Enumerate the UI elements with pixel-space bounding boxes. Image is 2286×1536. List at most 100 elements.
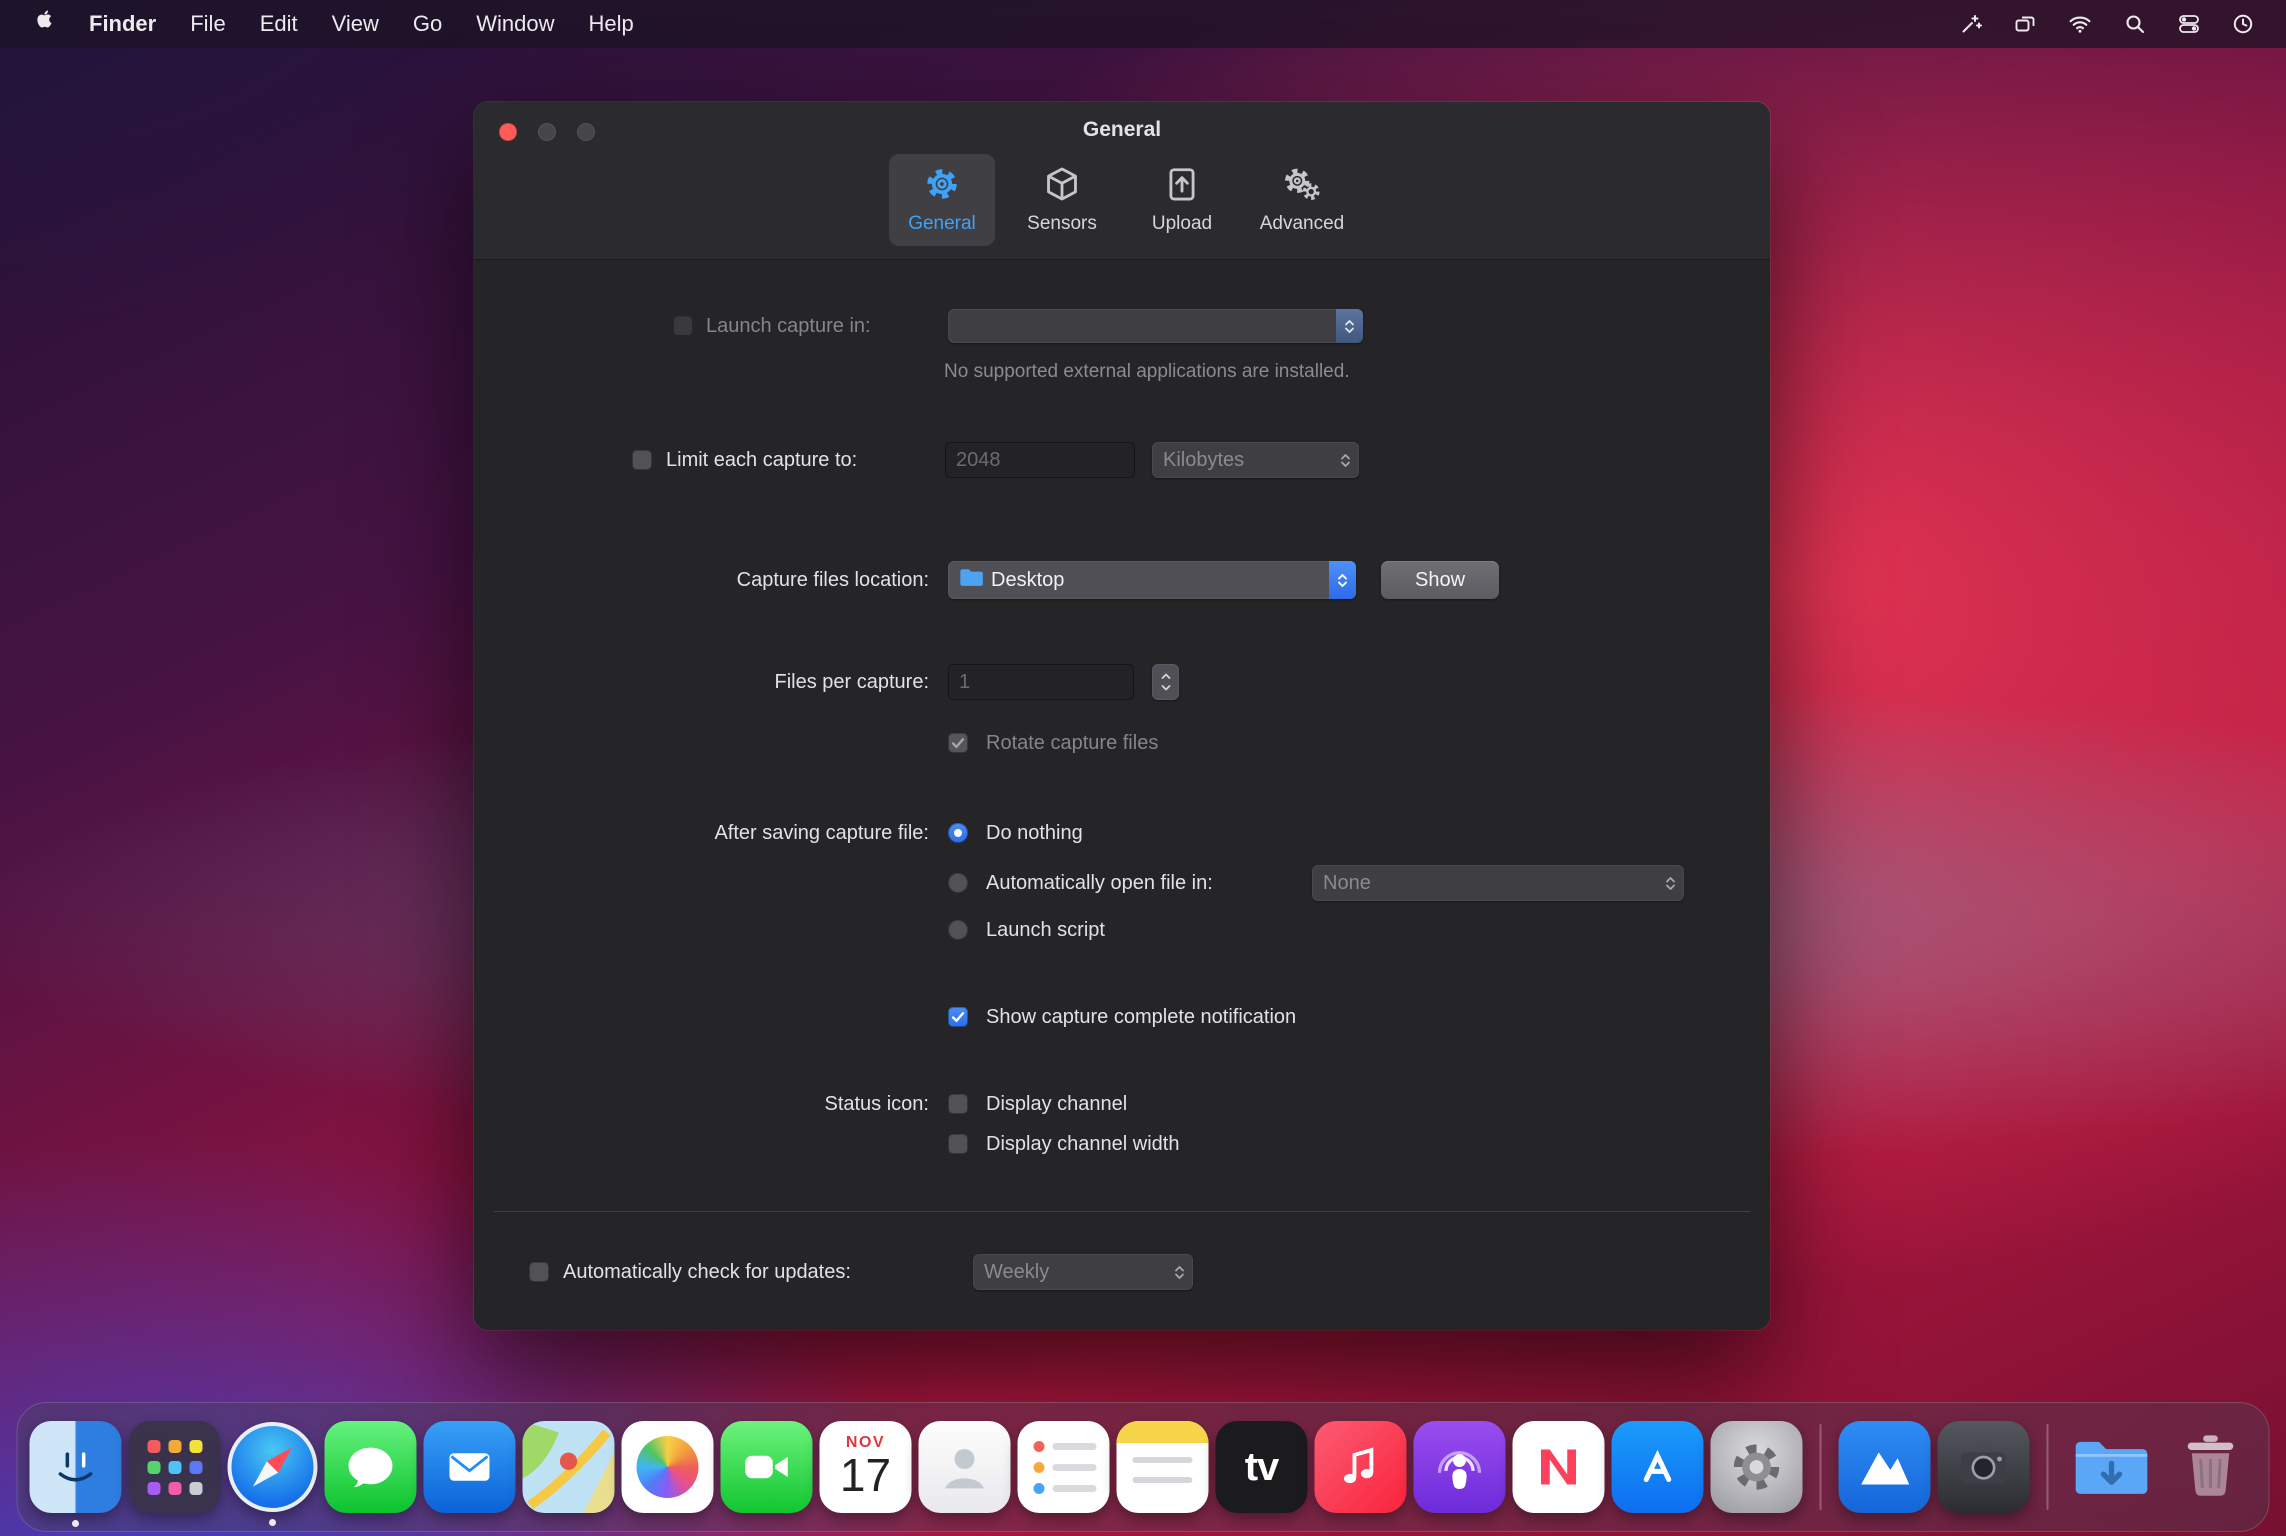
dock-icon-music[interactable] — [1314, 1421, 1407, 1513]
displays-icon[interactable] — [1998, 12, 2052, 36]
dock-separator — [2046, 1424, 2049, 1510]
apple-menu[interactable] — [16, 0, 72, 48]
menu-bar: Finder File Edit View Go Window Help — [0, 0, 2286, 48]
screen-record-icon[interactable] — [1944, 12, 1998, 36]
dock-icon-mail[interactable] — [423, 1421, 516, 1513]
tab-sensors-label: Sensors — [1027, 213, 1097, 234]
launch-script-radio[interactable] — [948, 920, 968, 940]
clock-icon[interactable] — [2216, 12, 2270, 36]
popup-arrows-icon — [1336, 309, 1363, 343]
dock-icon-downloads[interactable] — [2066, 1421, 2158, 1513]
capture-location-label: Capture files location: — [736, 569, 929, 591]
dock-icon-podcasts[interactable] — [1413, 1421, 1506, 1513]
launchpad-grid-icon — [147, 1439, 202, 1495]
open-file-in-label: Automatically open file in: — [986, 872, 1213, 894]
dock-icon-reminders[interactable] — [1017, 1421, 1110, 1513]
tab-general[interactable]: General — [889, 154, 995, 246]
upload-document-icon — [1163, 165, 1201, 208]
limit-unit-select[interactable]: Kilobytes — [1152, 442, 1359, 478]
apple-logo-icon — [34, 0, 54, 48]
tab-upload[interactable]: Upload — [1129, 154, 1235, 246]
dock-icon-messages[interactable] — [324, 1421, 417, 1513]
dock-icon-safari[interactable] — [227, 1422, 318, 1526]
menu-bar-left: Finder File Edit View Go Window Help — [16, 0, 651, 48]
do-nothing-label: Do nothing — [986, 822, 1083, 844]
popup-arrows-icon — [1173, 1264, 1186, 1281]
running-indicator — [72, 1520, 79, 1527]
menu-go[interactable]: Go — [396, 0, 459, 48]
gear-icon — [923, 165, 961, 208]
limit-size-input[interactable] — [945, 442, 1135, 478]
launch-capture-select[interactable] — [948, 309, 1363, 343]
window-title: General — [1082, 118, 1162, 141]
spotlight-search-icon[interactable] — [2108, 12, 2162, 36]
dock-icon-news[interactable] — [1512, 1421, 1605, 1513]
status-icon-label: Status icon: — [824, 1093, 929, 1115]
files-per-capture-stepper[interactable] — [1152, 664, 1179, 700]
app-menu-title[interactable]: Finder — [72, 0, 173, 48]
open-file-in-radio[interactable] — [948, 873, 968, 893]
section-divider — [494, 1211, 1750, 1212]
gears-icon — [1283, 165, 1321, 208]
dock-icon-facetime[interactable] — [720, 1421, 813, 1513]
display-channel-width-label: Display channel width — [986, 1133, 1180, 1155]
dock-icon-trash[interactable] — [2165, 1421, 2257, 1513]
capture-notification-checkbox[interactable] — [948, 1007, 968, 1027]
open-file-in-select[interactable]: None — [1312, 865, 1684, 901]
launch-capture-label: Launch capture in: — [706, 315, 871, 337]
folder-icon — [959, 568, 983, 593]
dock-icon-wifi-explorer[interactable] — [1838, 1421, 1931, 1513]
dock-icon-contacts[interactable] — [918, 1421, 1011, 1513]
capture-location-select[interactable]: Desktop — [948, 561, 1356, 599]
dock-icon-system-preferences[interactable] — [1710, 1421, 1803, 1513]
limit-capture-checkbox[interactable] — [632, 450, 652, 470]
capture-notification-label: Show capture complete notification — [986, 1006, 1297, 1028]
preferences-toolbar: General Sensors Upload Advanced — [474, 154, 1770, 246]
no-external-apps-note: No supported external applications are i… — [944, 361, 1350, 382]
files-per-capture-label: Files per capture: — [774, 671, 929, 693]
launch-script-label: Launch script — [986, 919, 1105, 941]
update-frequency-select[interactable]: Weekly — [973, 1254, 1193, 1290]
display-channel-width-checkbox[interactable] — [948, 1134, 968, 1154]
tab-advanced[interactable]: Advanced — [1249, 154, 1355, 246]
display-channel-checkbox[interactable] — [948, 1094, 968, 1114]
cube-icon — [1043, 165, 1081, 208]
tab-upload-label: Upload — [1151, 213, 1213, 234]
dock-icon-notes[interactable] — [1116, 1421, 1209, 1513]
files-per-capture-input[interactable] — [948, 664, 1134, 700]
desktop: Finder File Edit View Go Window Help Gen… — [0, 0, 2286, 1536]
menu-help[interactable]: Help — [572, 0, 651, 48]
auto-updates-checkbox[interactable] — [529, 1262, 549, 1282]
dock-icon-finder[interactable] — [29, 1421, 122, 1527]
dock-icon-app-store[interactable] — [1611, 1421, 1704, 1513]
wifi-icon[interactable] — [2052, 12, 2108, 36]
running-indicator — [269, 1519, 276, 1526]
rotate-files-label: Rotate capture files — [986, 732, 1159, 754]
popup-arrows-icon — [1664, 875, 1677, 892]
dock-icon-tv[interactable]: tv — [1215, 1421, 1308, 1513]
dock-icon-launchpad[interactable] — [128, 1421, 221, 1513]
auto-updates-label: Automatically check for updates: — [563, 1261, 851, 1283]
notes-header — [1116, 1421, 1209, 1443]
limit-capture-label: Limit each capture to: — [666, 449, 858, 471]
control-center-icon[interactable] — [2162, 12, 2216, 36]
do-nothing-radio[interactable] — [948, 823, 968, 843]
dock-icon-photos[interactable] — [621, 1421, 714, 1513]
menu-edit[interactable]: Edit — [243, 0, 315, 48]
tv-logo: tv — [1244, 1444, 1280, 1489]
tab-advanced-label: Advanced — [1259, 213, 1345, 234]
tab-sensors[interactable]: Sensors — [1009, 154, 1115, 246]
dock-icon-calendar[interactable]: NOV 17 — [819, 1421, 912, 1513]
launch-capture-checkbox[interactable] — [673, 316, 693, 336]
rotate-files-checkbox[interactable] — [948, 733, 968, 753]
dock-icon-capture-app[interactable] — [1937, 1421, 2030, 1513]
menu-bar-status — [1944, 12, 2270, 36]
show-button[interactable]: Show — [1381, 561, 1499, 599]
menu-view[interactable]: View — [315, 0, 396, 48]
menu-file[interactable]: File — [173, 0, 242, 48]
menu-window[interactable]: Window — [459, 0, 571, 48]
dock-icon-maps[interactable] — [522, 1421, 615, 1513]
dock-separator — [1819, 1424, 1822, 1510]
photos-flower-icon — [636, 1436, 699, 1498]
preferences-window: General General Sensors Upload Advanced … — [474, 102, 1770, 1330]
